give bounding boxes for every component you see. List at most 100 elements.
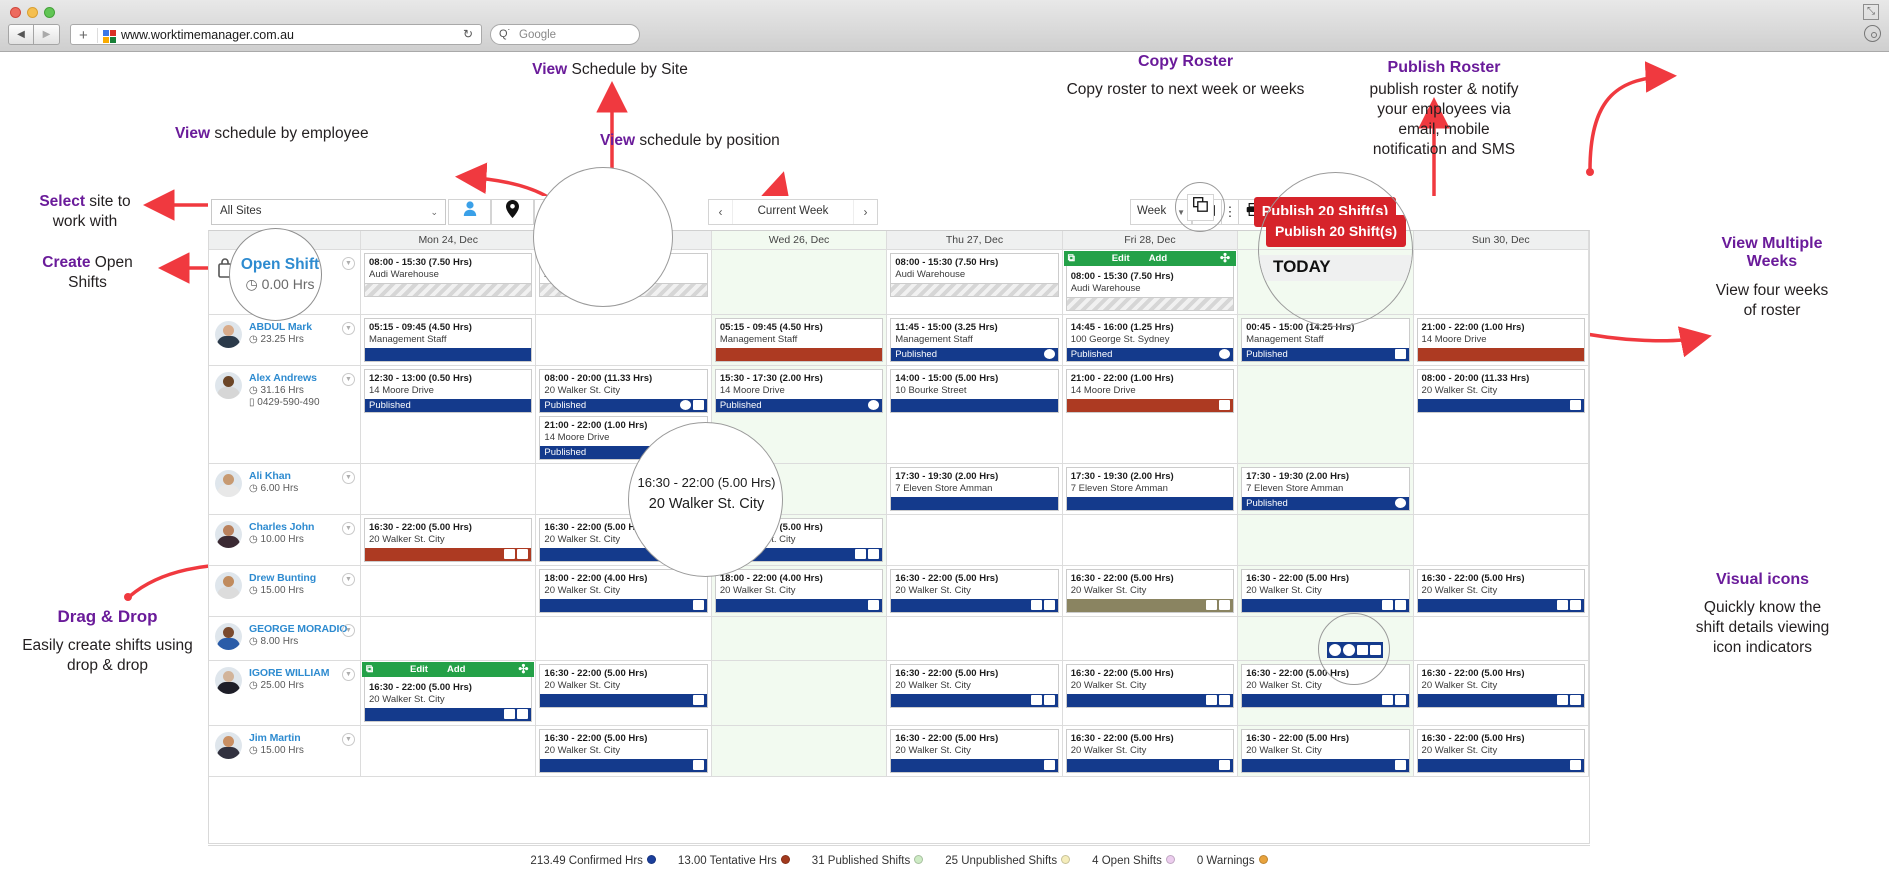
shift-block[interactable]: 08:00 - 15:30 (7.50 Hrs)Audi Warehouse (364, 253, 533, 297)
shift-block[interactable]: 16:30 - 22:00 (5.00 Hrs)20 Walker St. Ci… (1416, 729, 1585, 773)
shift-block[interactable]: 05:15 - 09:45 (4.50 Hrs) Management Staff (714, 318, 884, 362)
edit-shift-button[interactable]: Edit (1112, 251, 1130, 266)
shift-block[interactable]: 21:00 - 22:00 (1.00 Hrs) 14 Moore Drive (1416, 318, 1585, 362)
day-cell[interactable] (711, 617, 888, 660)
shift-block[interactable]: 08:00 - 20:00 (11.33 Hrs) 20 Walker St. C… (1416, 369, 1585, 413)
shift-block[interactable]: 16:30 - 22:00 (5.00 Hrs)20 Walker St. Ci… (364, 518, 533, 562)
day-cell[interactable]: ⧉ Edit Add ✣ 16:30 - 22:00 (5.00 Hrs) 20 Walk… (361, 661, 537, 725)
chevron-down-icon[interactable]: ▼ (342, 668, 355, 681)
day-cell[interactable] (711, 726, 888, 776)
day-cell[interactable] (536, 617, 712, 660)
forward-button[interactable]: ▶ (34, 24, 60, 45)
day-cell[interactable]: 16:30 - 22:00 (5.00 Hrs)20 Walker St. Ci… (536, 661, 712, 725)
day-cell[interactable] (1414, 250, 1589, 314)
shift-block[interactable]: 21:00 - 22:00 (1.00 Hrs) 14 Moore Drive (1065, 369, 1235, 413)
shift-block[interactable]: ⧉ Edit Add ✣ 08:00 - 15:30 (7.50 Hrs) Audi Wa… (1063, 251, 1237, 311)
url-text[interactable]: www.worktimemanager.com.au (121, 28, 294, 42)
employee-name[interactable]: IGORE WILLIAM (249, 667, 356, 679)
move-shift-icon[interactable]: ✣ (1220, 251, 1230, 266)
day-cell[interactable]: 16:30 - 22:00 (5.00 Hrs)20 Walker St. Ci… (887, 661, 1063, 725)
day-cell[interactable]: 16:30 - 22:00 (5.00 Hrs)20 Walker St. Ci… (536, 726, 712, 776)
employee-name[interactable]: Charles John (249, 521, 356, 533)
day-cell[interactable]: 16:30 - 22:00 (5.00 Hrs)20 Walker St. Ci… (1414, 726, 1589, 776)
day-cell[interactable]: 16:30 - 22:00 (5.00 Hrs)20 Walker St. Ci… (887, 726, 1063, 776)
back-button[interactable]: ◀ (8, 24, 34, 45)
day-column-header[interactable]: Thu 27, Dec (887, 231, 1063, 249)
day-cell[interactable] (1238, 366, 1414, 463)
day-cell[interactable] (1414, 515, 1589, 565)
shift-block[interactable]: 16:30 - 22:00 (5.00 Hrs)20 Walker St. Ci… (890, 664, 1059, 708)
chevron-down-icon[interactable]: ▼ (342, 624, 355, 637)
shift-block[interactable]: 16:30 - 22:00 (5.00 Hrs)20 Walker St. Ci… (890, 729, 1059, 773)
day-cell[interactable] (1414, 617, 1589, 660)
day-cell[interactable] (1063, 617, 1239, 660)
day-cell[interactable]: 16:30 - 22:00 (5.00 Hrs)20 Walker St. Ci… (1063, 726, 1239, 776)
day-cell[interactable] (361, 726, 537, 776)
browser-search-box[interactable]: Q˙ Google (490, 24, 640, 45)
day-cell[interactable] (1414, 464, 1589, 514)
day-cell[interactable] (711, 250, 888, 314)
shift-block[interactable]: 11:45 - 15:00 (3.25 Hrs) Management Staff… (890, 318, 1059, 362)
next-week-button[interactable]: › (853, 200, 877, 224)
day-cell[interactable]: 16:30 - 22:00 (5.00 Hrs)20 Walker St. Ci… (887, 566, 1063, 616)
chevron-down-icon[interactable]: ▼ (342, 373, 355, 386)
day-cell[interactable] (361, 464, 537, 514)
employee-name[interactable]: GEORGE MORADIO (249, 623, 356, 635)
employee-cell[interactable]: ABDUL Mark ◷ 23.25 Hrs ▼ (209, 315, 361, 365)
shift-block[interactable]: 14:45 - 16:00 (1.25 Hrs) 100 George St. S… (1065, 318, 1235, 362)
day-cell[interactable]: 16:30 - 22:00 (5.00 Hrs)20 Walker St. Ci… (361, 515, 537, 565)
day-cell[interactable]: 16:30 - 22:00 (5.00 Hrs)20 Walker St. Ci… (1238, 566, 1414, 616)
move-shift-icon[interactable]: ✣ (518, 662, 528, 677)
day-cell[interactable]: 21:00 - 22:00 (1.00 Hrs) 14 Moore Drive (1063, 366, 1239, 463)
employee-cell[interactable]: Jim Martin ◷ 15.00 Hrs ▼ (209, 726, 361, 776)
employee-cell[interactable]: GEORGE MORADIO ◷ 8.00 Hrs ▼ (209, 617, 361, 660)
day-cell[interactable] (1238, 515, 1414, 565)
add-shift-button[interactable]: Add (1149, 251, 1167, 266)
shift-block[interactable]: 16:30 - 22:00 (5.00 Hrs)20 Walker St. Ci… (1065, 664, 1235, 708)
day-cell[interactable]: 08:00 - 15:30 (7.50 Hrs)Audi Warehouse (361, 250, 537, 314)
day-cell[interactable]: 05:15 - 09:45 (4.50 Hrs) Management Staff (361, 315, 537, 365)
day-cell[interactable]: 05:15 - 09:45 (4.50 Hrs) Management Staff (711, 315, 888, 365)
day-cell[interactable]: 16:30 - 22:00 (5.00 Hrs)20 Walker St. Ci… (1414, 661, 1589, 725)
day-cell[interactable]: ⧉ Edit Add ✣ 08:00 - 15:30 (7.50 Hrs) Audi Wa… (1063, 250, 1239, 314)
day-column-header[interactable]: Sun 30, Dec (1414, 231, 1589, 249)
chevron-down-icon[interactable]: ▼ (342, 471, 355, 484)
day-cell[interactable]: 16:30 - 22:00 (5.00 Hrs)20 Walker St. Ci… (1063, 566, 1239, 616)
window-zoom-button[interactable] (44, 7, 55, 18)
employee-name[interactable]: ABDUL Mark (249, 321, 356, 333)
employee-cell[interactable]: Charles John ◷ 10.00 Hrs ▼ (209, 515, 361, 565)
window-maximize-icon[interactable]: ⤡ (1863, 4, 1879, 20)
shift-block[interactable]: 16:30 - 22:00 (5.00 Hrs)20 Walker St. Ci… (539, 664, 708, 708)
day-column-header[interactable]: Fri 28, Dec (1063, 231, 1239, 249)
day-cell[interactable] (711, 661, 888, 725)
chevron-down-icon[interactable]: ▼ (342, 257, 355, 270)
shift-block[interactable]: 17:30 - 19:30 (2.00 Hrs) 7 Eleven Store A… (1241, 467, 1410, 511)
shift-block[interactable]: 16:30 - 22:00 (5.00 Hrs)20 Walker St. Ci… (539, 729, 708, 773)
employee-name[interactable]: Jim Martin (249, 732, 356, 744)
day-cell[interactable]: 18:00 - 22:00 (4.00 Hrs) 20 Walker St. Ci… (711, 566, 888, 616)
day-column-header[interactable]: Wed 26, Dec (711, 231, 888, 249)
view-by-employee-button[interactable] (448, 199, 491, 225)
day-cell[interactable]: 14:45 - 16:00 (1.25 Hrs) 100 George St. S… (1063, 315, 1239, 365)
chevron-down-icon[interactable]: ▼ (342, 573, 355, 586)
employee-cell[interactable]: IGORE WILLIAM ◷ 25.00 Hrs ▼ (209, 661, 361, 725)
address-bar[interactable]: + www.worktimemanager.com.au ↻ (70, 24, 482, 45)
shift-block[interactable]: 16:30 - 22:00 (5.00 Hrs)20 Walker St. Ci… (1065, 729, 1235, 773)
shift-block[interactable]: 08:00 - 20:00 (11.33 Hrs) 20 Walker St. C… (539, 369, 708, 413)
chevron-down-icon[interactable]: ▼ (342, 733, 355, 746)
employee-cell[interactable]: Ali Khan ◷ 6.00 Hrs ▼ (209, 464, 361, 514)
day-cell[interactable]: 16:30 - 22:00 (5.00 Hrs)20 Walker St. Ci… (1063, 661, 1239, 725)
view-by-site-button[interactable] (491, 199, 534, 225)
day-cell[interactable] (361, 566, 537, 616)
shift-block[interactable]: 16:30 - 22:00 (5.00 Hrs)20 Walker St. Ci… (1416, 569, 1585, 613)
day-cell[interactable]: 11:45 - 15:00 (3.25 Hrs) Management Staff… (887, 315, 1063, 365)
day-cell[interactable] (361, 617, 537, 660)
day-cell[interactable]: 08:00 - 20:00 (11.33 Hrs) 20 Walker St. C… (1414, 366, 1589, 463)
shift-block[interactable]: 16:30 - 22:00 (5.00 Hrs)20 Walker St. Ci… (1241, 569, 1410, 613)
add-shift-button[interactable]: Add (447, 662, 465, 677)
chevron-down-icon[interactable]: ▼ (342, 322, 355, 335)
window-minimize-button[interactable] (27, 7, 38, 18)
day-cell[interactable]: 17:30 - 19:30 (2.00 Hrs) 7 Eleven Store A… (887, 464, 1063, 514)
employee-name[interactable]: Drew Bunting (249, 572, 356, 584)
day-cell[interactable]: 17:30 - 19:30 (2.00 Hrs) 7 Eleven Store A… (1238, 464, 1414, 514)
